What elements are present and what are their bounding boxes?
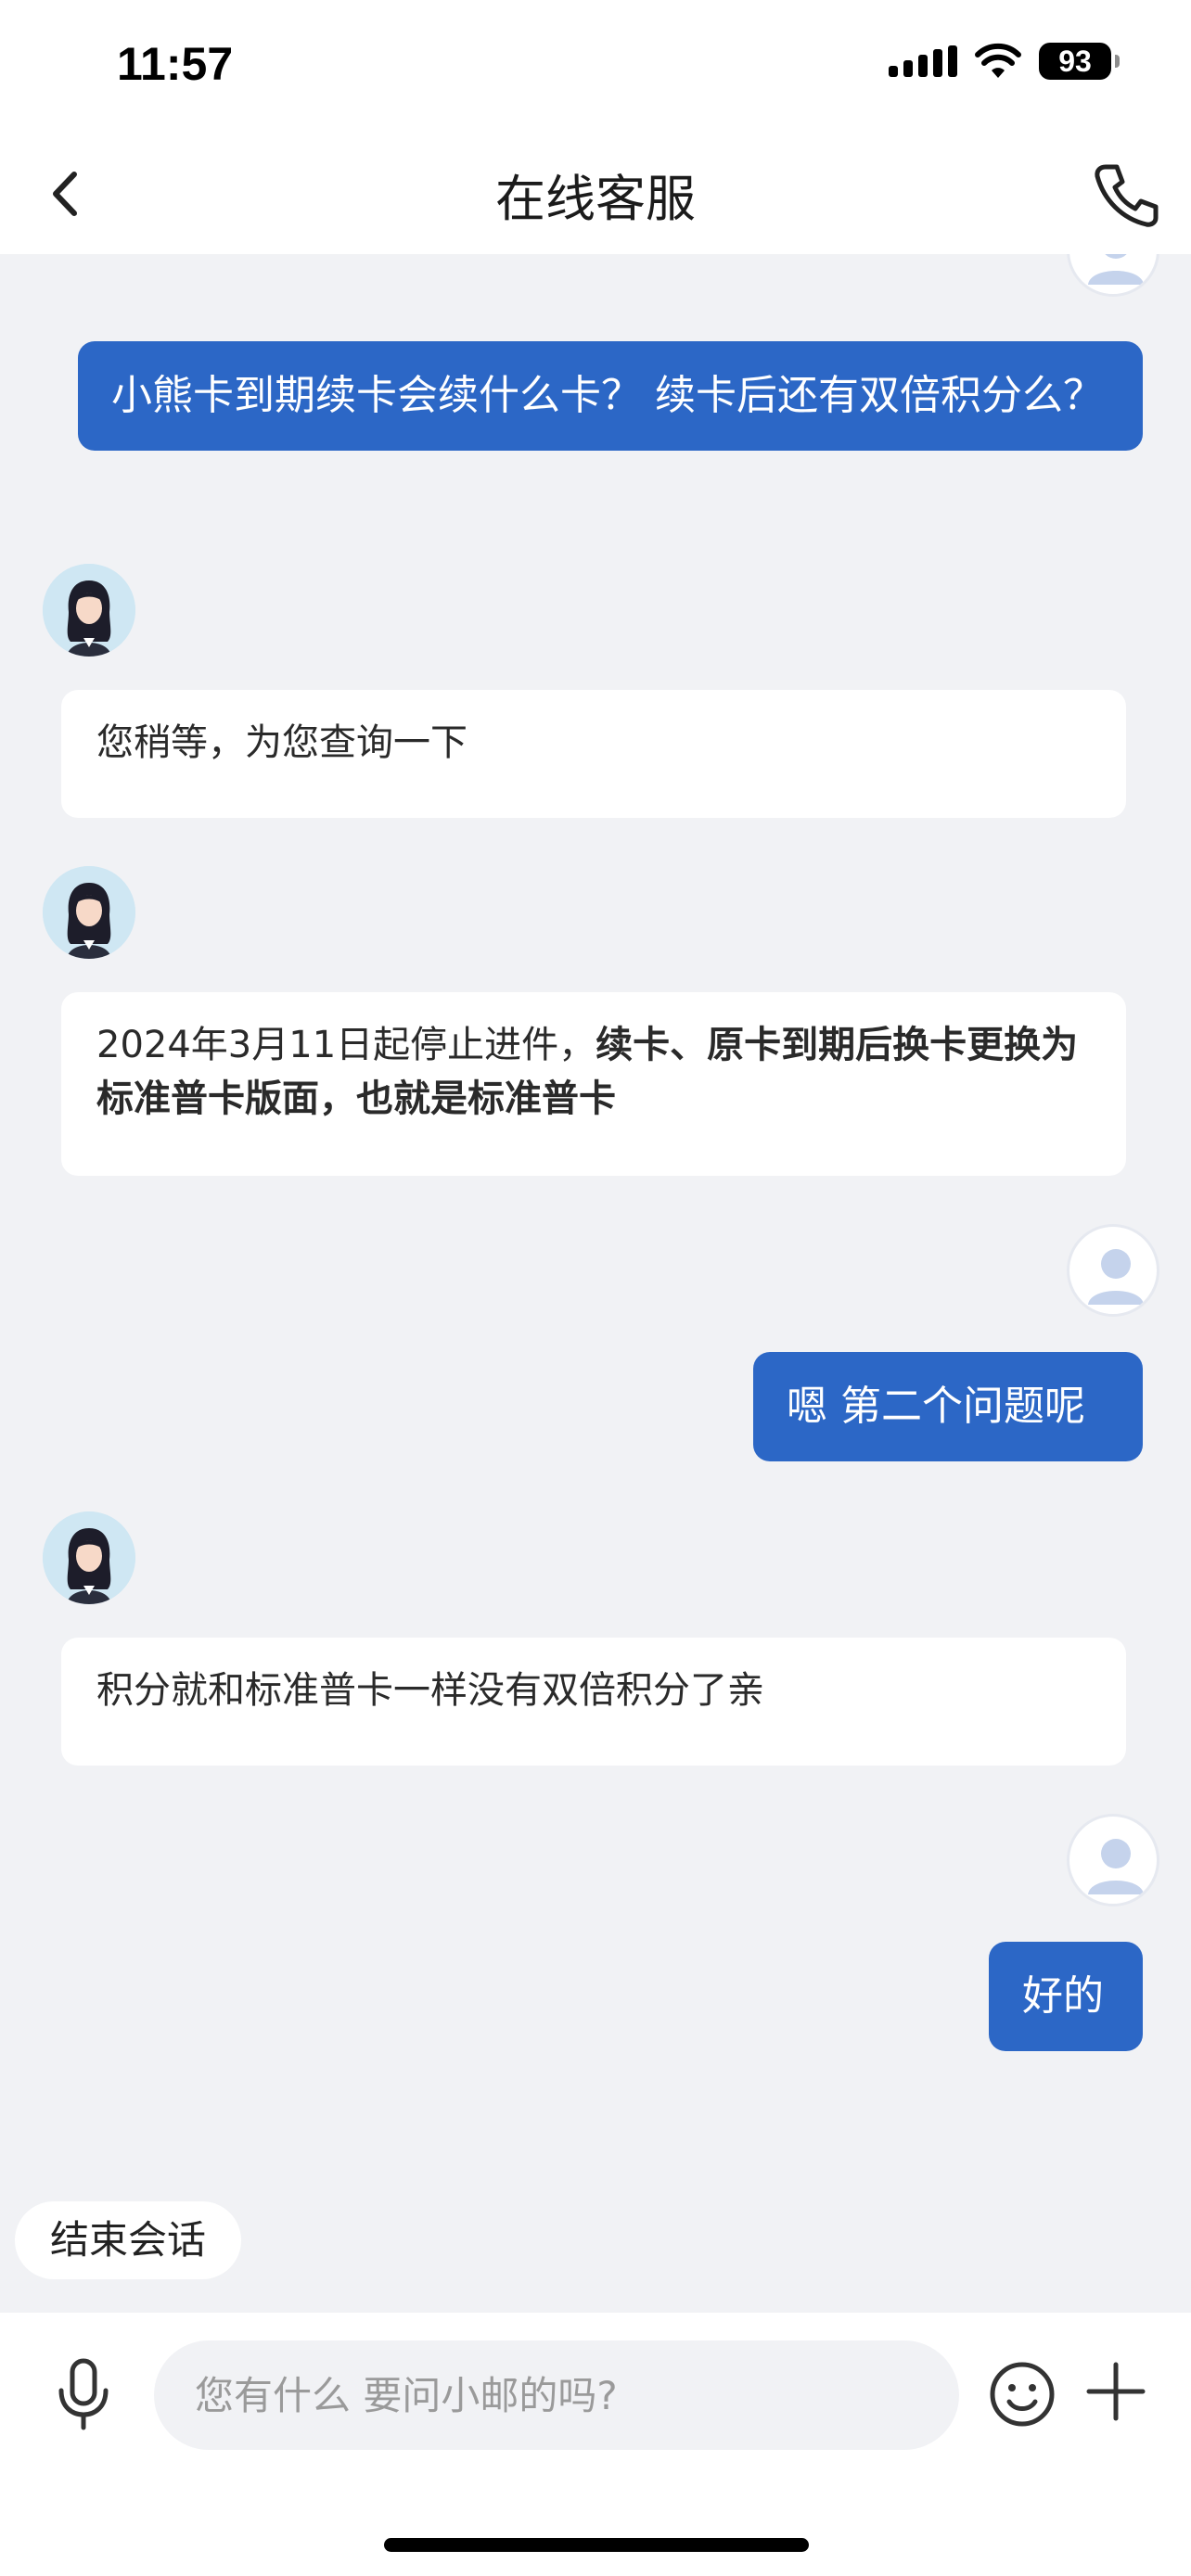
page-title: 在线客服: [495, 170, 696, 228]
agent-avatar: [43, 564, 135, 657]
wifi-icon: [975, 43, 1021, 78]
battery-indicator: 93: [1039, 43, 1120, 80]
user-avatar: [1067, 1814, 1159, 1906]
agent-avatar: [43, 866, 135, 959]
signal-icon: [889, 45, 957, 77]
agent-message: 2024年3月11日起停止进件，续卡、原卡到期后换卡更换为标准普卡版面，也就是标…: [61, 992, 1126, 1176]
user-message: 小熊卡到期续卡会续什么卡？ 续卡后还有双倍积分么？: [78, 341, 1143, 451]
status-icons: 93: [889, 43, 1120, 80]
user-message: 好的: [989, 1942, 1143, 2051]
end-chat-button[interactable]: 结束会话: [15, 2201, 242, 2279]
status-time: 11:57: [117, 38, 234, 90]
message-text: 2024年3月11日起停止进件，: [96, 1024, 596, 1066]
user-avatar: [1067, 254, 1159, 297]
agent-message: 您稍等，为您查询一下: [61, 690, 1126, 818]
input-bar: [0, 2313, 1191, 2576]
agent-avatar: [43, 1511, 135, 1604]
microphone-icon[interactable]: [54, 2355, 113, 2433]
user-avatar: [1067, 1224, 1159, 1317]
emoji-icon[interactable]: [989, 2361, 1056, 2428]
home-indicator: [384, 2538, 809, 2552]
user-message: 嗯 第二个问题呢: [753, 1352, 1143, 1461]
nav-bar: 在线客服: [0, 130, 1191, 254]
agent-message: 积分就和标准普卡一样没有双倍积分了亲: [61, 1638, 1126, 1766]
chat-area[interactable]: 小熊卡到期续卡会续什么卡？ 续卡后还有双倍积分么？ 您稍等，为您查询一下 202…: [0, 254, 1191, 2313]
phone-icon[interactable]: [1089, 158, 1163, 232]
plus-icon[interactable]: [1085, 2361, 1146, 2422]
status-bar: 11:57 93: [0, 0, 1191, 130]
message-input[interactable]: [154, 2340, 959, 2450]
